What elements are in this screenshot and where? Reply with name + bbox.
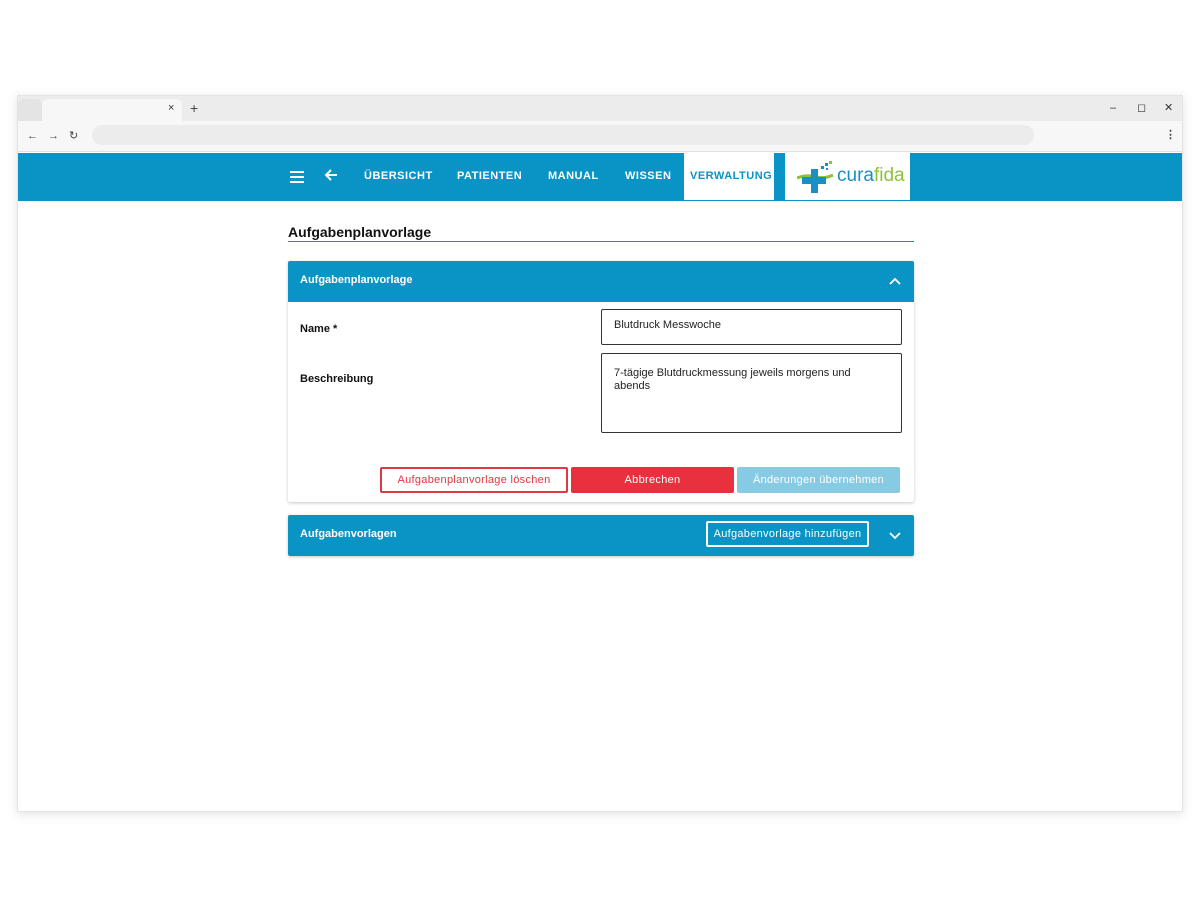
browser-tab-inactive[interactable] xyxy=(18,99,42,121)
page-title: Aufgabenplanvorlage xyxy=(288,224,432,240)
title-divider xyxy=(288,241,914,242)
apply-changes-button[interactable]: Änderungen übernehmen xyxy=(737,467,900,493)
address-bar[interactable] xyxy=(92,125,1034,145)
hamburger-icon[interactable] xyxy=(290,171,304,183)
curafida-logo[interactable]: curafida xyxy=(785,153,910,200)
chevron-up-icon[interactable] xyxy=(889,276,901,286)
close-window-icon[interactable]: ✕ xyxy=(1164,101,1173,115)
new-tab-icon[interactable]: + xyxy=(190,100,198,116)
chevron-down-icon[interactable] xyxy=(889,530,901,540)
nav-wissen[interactable]: WISSEN xyxy=(625,153,671,200)
arrow-left-icon[interactable] xyxy=(323,167,339,183)
nav-manual[interactable]: MANUAL xyxy=(548,153,599,200)
tab-close-icon[interactable]: × xyxy=(168,101,174,115)
browser-back-icon[interactable]: ← xyxy=(27,129,38,143)
browser-window: × + – ◻ ✕ ← → ↻ ⋮ ÜBERSICHT PATIENTEN MA… xyxy=(17,95,1183,812)
add-task-template-button[interactable]: Aufgabenvorlage hinzufügen xyxy=(706,521,869,547)
cancel-button[interactable]: Abbrechen xyxy=(571,467,734,493)
delete-template-button[interactable]: Aufgabenplanvorlage löschen xyxy=(380,467,568,493)
template-panel-header[interactable]: Aufgabenplanvorlage xyxy=(288,261,914,302)
restore-icon[interactable]: ◻ xyxy=(1137,101,1146,115)
description-label: Beschreibung xyxy=(300,373,374,385)
logo-text-fida: fida xyxy=(873,165,905,186)
tasks-panel: Aufgabenvorlagen Aufgabenvorlage hinzufü… xyxy=(288,515,914,556)
tab-strip: × + – ◻ ✕ xyxy=(18,96,1182,121)
nav-verwaltung[interactable]: VERWALTUNG xyxy=(684,153,774,200)
browser-forward-icon[interactable]: → xyxy=(48,129,59,143)
nav-patienten[interactable]: PATIENTEN xyxy=(457,153,522,200)
address-bar-row: ← → ↻ ⋮ xyxy=(18,121,1182,152)
browser-menu-icon[interactable]: ⋮ xyxy=(1165,128,1176,142)
app-header: ÜBERSICHT PATIENTEN MANUAL WISSEN VERWAL… xyxy=(18,153,1182,201)
browser-tab-active[interactable] xyxy=(42,99,182,121)
description-textarea[interactable]: 7-tägige Blutdruckmessung jeweils morgen… xyxy=(601,353,902,433)
template-panel-title: Aufgabenplanvorlage xyxy=(300,274,413,286)
logo-text-cura: cura xyxy=(837,165,874,186)
nav-uebersicht[interactable]: ÜBERSICHT xyxy=(364,153,433,200)
name-label: Name * xyxy=(300,323,338,335)
tasks-panel-title: Aufgabenvorlagen xyxy=(300,528,397,540)
logo-cross-icon xyxy=(797,161,834,193)
tasks-panel-header[interactable]: Aufgabenvorlagen Aufgabenvorlage hinzufü… xyxy=(288,515,914,556)
name-input[interactable]: Blutdruck Messwoche xyxy=(601,309,902,345)
reload-icon[interactable]: ↻ xyxy=(69,129,78,143)
template-panel: Aufgabenplanvorlage Name * Blutdruck Mes… xyxy=(288,261,914,502)
minimize-icon[interactable]: – xyxy=(1110,101,1116,115)
